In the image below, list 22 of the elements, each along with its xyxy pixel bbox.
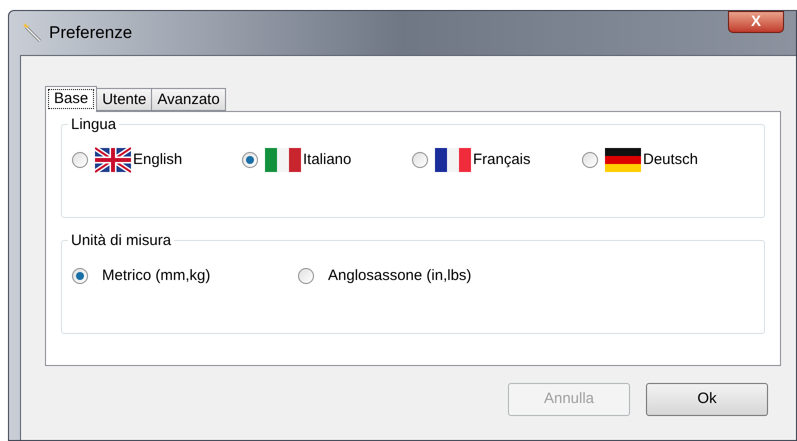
radio-button[interactable]	[412, 152, 428, 168]
magic-wand-icon	[21, 22, 43, 44]
radio-button[interactable]	[298, 268, 314, 284]
radio-label: Anglosassone (in,lbs)	[328, 266, 472, 286]
radio-button[interactable]	[72, 152, 88, 168]
radio-button[interactable]	[72, 268, 88, 284]
radio-label: Français	[473, 150, 531, 170]
radio-button[interactable]	[242, 152, 258, 168]
italy-flag-icon	[265, 147, 301, 173]
radio-label: Deutsch	[643, 150, 698, 170]
germany-flag-icon	[605, 147, 641, 173]
radio-label: English	[133, 150, 182, 170]
window-title: Preferenze	[49, 22, 132, 44]
tab[interactable]: Base	[45, 86, 98, 112]
tab[interactable]: Utente	[97, 88, 152, 111]
radio-button[interactable]	[582, 152, 598, 168]
france-flag-icon	[435, 147, 471, 173]
ok-button[interactable]: Ok	[646, 383, 768, 416]
radio-label: Italiano	[303, 150, 352, 170]
tab[interactable]: Avanzato	[152, 88, 226, 111]
uk-flag-icon	[95, 147, 131, 173]
radio-label: Metrico (mm,kg)	[102, 266, 210, 286]
